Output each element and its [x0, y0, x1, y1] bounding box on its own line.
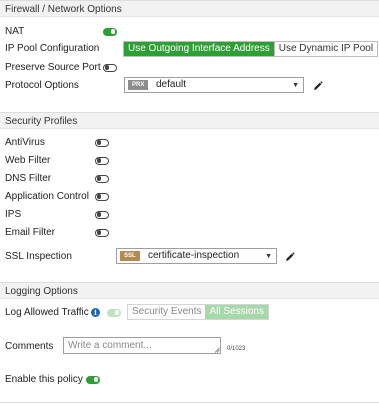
security-section-title: Security Profiles	[5, 116, 78, 127]
firewall-section-title: Firewall / Network Options	[5, 4, 122, 15]
enable-policy-toggle[interactable]	[86, 376, 100, 384]
web-filter-row: Web Filter	[5, 154, 125, 168]
edit-pencil-icon[interactable]	[313, 81, 323, 91]
ssl-inspection-value: certificate-inspection	[148, 250, 240, 261]
application-control-toggle[interactable]	[95, 193, 109, 201]
prx-badge: PRX	[128, 80, 149, 90]
ssl-inspection-select[interactable]: SSL certificate-inspection ▼	[116, 248, 277, 264]
firewall-section-header: Firewall / Network Options	[0, 0, 379, 17]
comment-character-counter: 0/1023	[227, 346, 246, 352]
security-events-button[interactable]: Security Events	[128, 305, 206, 319]
use-dynamic-ip-pool-button[interactable]: Use Dynamic IP Pool	[273, 42, 378, 56]
comment-textarea[interactable]: Write a comment...	[63, 337, 221, 354]
ssl-inspection-label: SSL Inspection	[5, 251, 72, 262]
protocol-options-row: Protocol Options	[5, 79, 125, 93]
ssl-inspection-row: SSL Inspection	[5, 250, 115, 264]
policy-options-panel: Firewall / Network Options NAT IP Pool C…	[0, 0, 379, 405]
logging-section-title: Logging Options	[5, 286, 78, 297]
use-outgoing-interface-button[interactable]: Use Outgoing Interface Address	[124, 42, 274, 56]
log-allowed-traffic-row: Log Allowed Traffic i	[5, 306, 130, 320]
email-filter-label: Email Filter	[5, 227, 56, 238]
enable-policy-row: Enable this policy	[5, 373, 115, 387]
bottom-divider	[0, 402, 379, 403]
ip-pool-label: IP Pool Configuration	[5, 43, 100, 54]
preserve-source-port-toggle[interactable]	[103, 64, 117, 72]
web-filter-toggle[interactable]	[95, 157, 109, 165]
application-control-label: Application Control	[5, 191, 89, 202]
email-filter-row: Email Filter	[5, 226, 125, 240]
chevron-down-icon: ▼	[265, 253, 272, 260]
all-sessions-button[interactable]: All Sessions	[205, 305, 268, 319]
nat-label: NAT	[5, 26, 25, 37]
ssl-badge: SSL	[120, 251, 140, 261]
log-allowed-traffic-toggle[interactable]	[107, 309, 121, 317]
nat-row: NAT	[5, 25, 205, 39]
enable-policy-label: Enable this policy	[5, 374, 83, 385]
email-filter-toggle[interactable]	[95, 229, 109, 237]
log-allowed-traffic-label: Log Allowed Traffic	[5, 307, 89, 318]
info-icon[interactable]: i	[91, 308, 100, 317]
resize-handle-icon[interactable]	[214, 347, 220, 353]
ip-pool-segmented: Use Outgoing Interface Address Use Dynam…	[123, 41, 379, 57]
chevron-down-icon: ▼	[292, 82, 299, 89]
antivirus-row: AntiVirus	[5, 136, 125, 150]
comment-placeholder: Write a comment...	[68, 340, 152, 351]
ips-label: IPS	[5, 209, 22, 220]
ips-toggle[interactable]	[95, 211, 109, 219]
nat-toggle[interactable]	[103, 28, 117, 36]
comments-label: Comments	[5, 341, 54, 352]
comments-row: Comments	[5, 340, 65, 354]
dns-filter-row: DNS Filter	[5, 172, 125, 186]
protocol-options-label: Protocol Options	[5, 80, 79, 91]
preserve-source-port-label: Preserve Source Port	[5, 62, 101, 73]
security-section-header: Security Profiles	[0, 112, 379, 129]
protocol-options-value: default	[156, 79, 187, 90]
antivirus-label: AntiVirus	[5, 137, 45, 148]
dns-filter-toggle[interactable]	[95, 175, 109, 183]
protocol-options-select[interactable]: PRX default ▼	[124, 77, 304, 93]
dns-filter-label: DNS Filter	[5, 173, 52, 184]
logging-section-header: Logging Options	[0, 282, 379, 299]
application-control-row: Application Control	[5, 190, 125, 204]
log-mode-segmented: Security Events All Sessions	[127, 304, 269, 320]
ips-row: IPS	[5, 208, 125, 222]
antivirus-toggle[interactable]	[95, 139, 109, 147]
preserve-source-port-row: Preserve Source Port	[5, 61, 205, 75]
edit-pencil-icon[interactable]	[285, 252, 295, 262]
web-filter-label: Web Filter	[5, 155, 51, 166]
